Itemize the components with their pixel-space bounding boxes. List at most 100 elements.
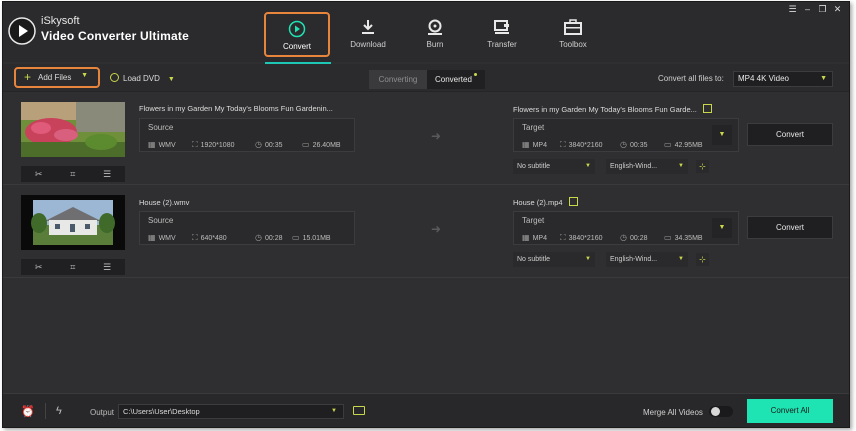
- target-filename: House (2).mp4: [513, 198, 563, 207]
- file-list: ✂ ⌗ ☰ Flowers in my Garden My Today's Bl…: [3, 93, 849, 393]
- app-window: iSkysoft Video Converter Ultimate Conver…: [2, 1, 850, 428]
- house-thumbnail-image: [21, 195, 125, 250]
- source-label: Source: [148, 216, 174, 225]
- edit-icon[interactable]: [568, 197, 578, 206]
- target-format-dropdown[interactable]: ▼: [712, 125, 732, 145]
- target-filename: Flowers in my Garden My Today's Blooms F…: [513, 105, 697, 114]
- convert-all-button[interactable]: Convert All: [747, 399, 833, 423]
- convert-icon: [288, 20, 306, 38]
- merge-all-label: Merge All Videos: [643, 408, 703, 417]
- lightning-icon[interactable]: ϟ: [56, 405, 62, 417]
- source-duration: 00:35: [264, 142, 283, 149]
- audio-track-select[interactable]: English-Wind... ▼: [606, 252, 688, 267]
- close-icon[interactable]: ✕: [832, 4, 843, 14]
- add-subtitle-icon[interactable]: ⊹: [696, 160, 709, 173]
- tab-transfer-label: Transfer: [487, 40, 517, 49]
- load-dvd-button[interactable]: Load DVD ▼: [110, 73, 175, 83]
- convert-button[interactable]: Convert: [747, 216, 833, 239]
- toggle-knob: [711, 407, 720, 416]
- film-icon: ▦: [148, 233, 156, 242]
- arrow-right-icon: ➜: [431, 222, 442, 236]
- effects-icon[interactable]: ☰: [103, 169, 111, 180]
- video-thumbnail[interactable]: [21, 195, 125, 250]
- source-resolution: 640*480: [200, 235, 227, 242]
- resolution-icon: ⛶: [192, 140, 198, 149]
- target-duration: 00:28: [629, 235, 648, 242]
- alarm-clock-icon[interactable]: ⏰: [21, 405, 35, 418]
- merge-all-toggle[interactable]: [709, 406, 733, 417]
- audio-track-value: English-Wind...: [610, 256, 658, 263]
- source-label: Source: [148, 123, 174, 132]
- target-format-dropdown[interactable]: ▼: [712, 218, 732, 238]
- output-format-value: MP4 4K Video: [738, 74, 789, 83]
- trim-icon[interactable]: ✂: [35, 169, 43, 180]
- target-size: 42.95MB: [674, 142, 703, 149]
- folder-icon: ▭: [664, 233, 672, 242]
- target-duration: 00:35: [629, 142, 648, 149]
- target-format: MP4: [532, 142, 547, 149]
- subtitle-select[interactable]: No subtitle ▼: [513, 159, 595, 174]
- tab-converted[interactable]: Converted: [427, 70, 485, 89]
- restore-icon[interactable]: ❐: [817, 4, 828, 14]
- audio-track-select[interactable]: English-Wind... ▼: [606, 159, 688, 174]
- app-header: iSkysoft Video Converter Ultimate Conver…: [3, 2, 849, 64]
- tab-convert[interactable]: Convert: [264, 12, 330, 57]
- file-row: ✂ ⌗ ☰ House (2).wmv Source ▦ WMV ⛶ 640*480…: [3, 186, 849, 278]
- resolution-icon: ⛶: [560, 233, 566, 242]
- effects-icon[interactable]: ☰: [103, 262, 111, 273]
- folder-icon: ▭: [292, 233, 300, 242]
- output-path-select[interactable]: C:\Users\User\Desktop ▼: [118, 404, 344, 419]
- menu-icon[interactable]: ☰: [787, 4, 798, 14]
- minimize-icon[interactable]: –: [802, 4, 813, 14]
- target-resolution: 3840*2160: [568, 142, 603, 149]
- flowers-thumbnail-image: [21, 102, 125, 157]
- dvd-icon: [110, 73, 119, 82]
- film-icon: ▦: [522, 140, 530, 149]
- source-info-box: Source ▦ WMV ⛶ 640*480 ◷ 00:28 ▭ 15.01MB: [139, 211, 355, 245]
- chevron-down-icon: ▼: [585, 163, 591, 169]
- tab-converting[interactable]: Converting: [369, 70, 427, 89]
- target-label: Target: [522, 216, 545, 225]
- open-folder-icon[interactable]: [353, 406, 365, 415]
- tab-transfer[interactable]: Transfer: [469, 12, 535, 57]
- chevron-down-icon: ▼: [678, 256, 684, 262]
- target-filename-row: House (2).mp4: [513, 197, 578, 207]
- target-format: MP4: [532, 235, 547, 242]
- crop-icon[interactable]: ⌗: [70, 262, 75, 273]
- source-format: WMV: [158, 235, 176, 242]
- source-resolution: 1920*1080: [200, 142, 235, 149]
- target-filename-row: Flowers in my Garden My Today's Blooms F…: [513, 104, 712, 114]
- convert-button[interactable]: Convert: [747, 123, 833, 146]
- tab-download[interactable]: Download: [335, 12, 401, 57]
- subtitle-select[interactable]: No subtitle ▼: [513, 252, 595, 267]
- target-info-box[interactable]: Target ▦ MP4 ⛶ 3840*2160 ◷ 00:28 ▭ 34.35MB: [513, 211, 739, 245]
- add-files-button[interactable]: + Add Files ▼: [14, 67, 100, 88]
- new-indicator-dot: [474, 73, 477, 76]
- video-thumbnail[interactable]: [21, 102, 125, 157]
- product-name: Video Converter Ultimate: [41, 29, 189, 43]
- subtitle-value: No subtitle: [517, 256, 551, 263]
- tab-toolbox[interactable]: Toolbox: [540, 12, 606, 57]
- chevron-down-icon: ▼: [585, 256, 591, 262]
- thumbnail-toolbar: ✂ ⌗ ☰: [21, 166, 125, 182]
- add-subtitle-icon[interactable]: ⊹: [696, 253, 709, 266]
- tab-burn[interactable]: Burn: [402, 12, 468, 57]
- toolbar: + Add Files ▼ Load DVD ▼ Converting Conve…: [3, 64, 849, 92]
- brand-name: iSkysoft: [41, 15, 80, 27]
- target-info-box[interactable]: Target ▦ MP4 ⛶ 3840*2160 ◷ 00:35 ▭ 42.95MB: [513, 118, 739, 152]
- edit-icon[interactable]: [702, 104, 712, 113]
- chevron-down-icon[interactable]: ▼: [168, 76, 175, 83]
- footer-bar: ⏰ ϟ Output C:\Users\User\Desktop ▼ Merge…: [3, 393, 849, 427]
- source-filename: House (2).wmv: [139, 198, 190, 207]
- output-format-select[interactable]: MP4 4K Video ▼: [733, 71, 833, 87]
- chevron-down-icon[interactable]: ▼: [81, 72, 88, 79]
- target-resolution: 3840*2160: [568, 235, 603, 242]
- subtitle-value: No subtitle: [517, 163, 551, 170]
- file-row: ✂ ⌗ ☰ Flowers in my Garden My Today's Bl…: [3, 93, 849, 185]
- tab-download-label: Download: [350, 40, 386, 49]
- source-duration: 00:28: [264, 235, 283, 242]
- chevron-down-icon: ▼: [820, 75, 827, 82]
- crop-icon[interactable]: ⌗: [70, 169, 75, 180]
- trim-icon[interactable]: ✂: [35, 262, 43, 273]
- conversion-status-tabs: Converting Converted: [369, 70, 485, 89]
